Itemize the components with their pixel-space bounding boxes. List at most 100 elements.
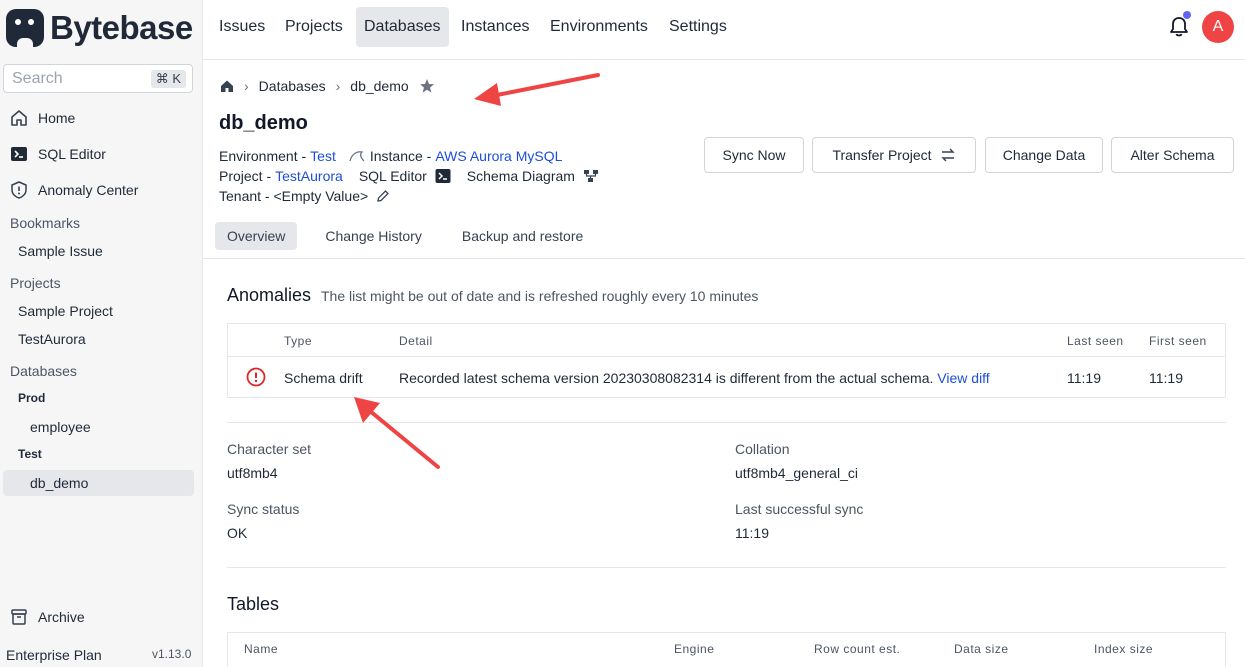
transfer-project-button[interactable]: Transfer Project [812, 137, 976, 173]
nav-projects[interactable]: Projects [277, 7, 351, 47]
sidebar-item-label: Anomaly Center [38, 182, 139, 198]
version-label: v1.13.0 [152, 647, 192, 661]
tab-divider [203, 258, 1245, 259]
tenant-label: Tenant - <Empty Value> [219, 188, 369, 204]
sidebar-item-archive[interactable]: Archive [10, 608, 85, 626]
environment-link[interactable]: Test [310, 148, 336, 164]
sidebar-item-home[interactable]: Home [10, 109, 75, 127]
mysql-icon [349, 151, 365, 162]
sidebar-item-label: SQL Editor [38, 146, 106, 162]
column-header: Detail [399, 334, 433, 348]
anomalies-table: Type Detail Last seen First seen Schema … [227, 323, 1226, 398]
error-icon [246, 367, 266, 387]
collation-value: utf8mb4_general_ci [735, 465, 858, 481]
schema-diagram-link[interactable]: Schema Diagram [467, 168, 575, 184]
tab-overview[interactable]: Overview [215, 222, 298, 250]
archive-icon [10, 608, 28, 626]
search-shortcut: ⌘ K [150, 69, 186, 88]
sidebar-item-anomaly-center[interactable]: Anomaly Center [10, 181, 138, 199]
bookmark-item[interactable]: Sample Issue [18, 243, 103, 259]
sync-status-label: Sync status [227, 501, 300, 517]
databases-label: Databases [10, 363, 77, 379]
diagram-icon[interactable] [583, 168, 599, 184]
last-sync-value: 11:19 [735, 525, 769, 541]
sidebar-item-sql-editor[interactable]: SQL Editor [10, 145, 106, 163]
column-header: Index size [1094, 642, 1154, 656]
nav-environments[interactable]: Environments [542, 7, 656, 47]
annotation-arrow [354, 397, 440, 469]
transfer-project-label: Transfer Project [832, 147, 932, 163]
sidebar: Bytebase Search ⌘ K Home SQL Editor Anom… [0, 0, 203, 667]
nav-databases[interactable]: Databases [356, 7, 449, 47]
column-header: Engine [674, 642, 715, 656]
tab-change-history[interactable]: Change History [313, 222, 434, 250]
character-set-value: utf8mb4 [227, 465, 278, 481]
env-label-prod: Prod [18, 391, 46, 405]
swap-icon [940, 148, 955, 162]
page-title: db_demo [219, 112, 308, 134]
tables-title: Tables [227, 594, 280, 614]
nav-instances[interactable]: Instances [453, 7, 537, 47]
change-data-button[interactable]: Change Data [985, 137, 1103, 173]
view-diff-link[interactable]: View diff [937, 370, 989, 386]
brand-logo[interactable]: Bytebase [6, 8, 193, 48]
tab-backup-restore[interactable]: Backup and restore [450, 222, 595, 250]
brand-name: Bytebase [50, 9, 193, 46]
home-icon[interactable] [220, 79, 234, 93]
shield-icon [10, 181, 28, 199]
chevron-right-icon: › [335, 78, 341, 94]
column-header: First seen [1149, 334, 1207, 348]
plan-label[interactable]: Enterprise Plan [6, 647, 102, 663]
home-icon [10, 109, 28, 127]
terminal-icon[interactable] [435, 168, 451, 184]
sync-now-button[interactable]: Sync Now [704, 137, 804, 173]
project-item[interactable]: Sample Project [18, 303, 113, 319]
projects-label: Projects [10, 275, 61, 291]
anomalies-title: Anomalies [227, 285, 312, 305]
database-item[interactable]: db_demo [30, 475, 88, 491]
project-link[interactable]: TestAurora [275, 168, 343, 184]
sidebar-item-label: Home [38, 110, 76, 126]
breadcrumb-current: db_demo [350, 78, 409, 94]
character-set-label: Character set [227, 441, 312, 457]
database-item[interactable]: employee [30, 419, 91, 435]
notification-badge [1183, 11, 1191, 19]
breadcrumb-databases[interactable]: Databases [259, 78, 326, 94]
collation-label: Collation [735, 441, 790, 457]
anomaly-first-seen: 11:19 [1149, 370, 1183, 386]
star-icon[interactable] [419, 78, 435, 94]
alter-schema-button[interactable]: Alter Schema [1111, 137, 1234, 173]
anomaly-detail: Recorded latest schema version 202303080… [399, 370, 990, 386]
sidebar-item-label: Archive [38, 609, 85, 625]
search-input[interactable]: Search ⌘ K [3, 64, 193, 93]
nav-issues[interactable]: Issues [211, 7, 273, 47]
project-item[interactable]: TestAurora [18, 331, 86, 347]
column-header: Last seen [1067, 334, 1124, 348]
nav-settings[interactable]: Settings [661, 7, 735, 47]
env-label-test: Test [18, 447, 42, 461]
table-header-divider [228, 356, 1225, 357]
column-header: Type [284, 334, 313, 348]
environment-label: Environment - [219, 148, 307, 164]
meta-line-env: Environment - Test Instance - AWS Aurora… [219, 148, 562, 164]
bell-icon[interactable] [1169, 16, 1189, 38]
instance-label: Instance - [369, 148, 432, 164]
instance-link[interactable]: AWS Aurora MySQL [435, 148, 562, 164]
anomaly-detail-text: Recorded latest schema version 202303080… [399, 370, 934, 386]
bookmarks-label: Bookmarks [10, 215, 81, 231]
sql-editor-link[interactable]: SQL Editor [359, 168, 427, 184]
search-placeholder: Search [12, 69, 63, 87]
tables-table: Name Engine Row count est. Data size Ind… [227, 632, 1226, 667]
pencil-icon[interactable] [376, 189, 390, 203]
column-header: Row count est. [814, 642, 901, 656]
avatar[interactable]: A [1202, 11, 1234, 43]
top-nav: Issues Projects Databases Instances Envi… [203, 0, 1245, 60]
column-header: Data size [954, 642, 1009, 656]
anomaly-last-seen: 11:19 [1067, 370, 1101, 386]
chevron-right-icon: › [244, 78, 249, 94]
sync-status-value: OK [227, 525, 248, 541]
anomaly-type: Schema drift [284, 370, 363, 386]
meta-line-project: Project - TestAurora SQL Editor Schema D… [219, 168, 599, 184]
annotation-arrow [474, 73, 600, 106]
breadcrumb: › Databases › db_demo [220, 76, 435, 96]
